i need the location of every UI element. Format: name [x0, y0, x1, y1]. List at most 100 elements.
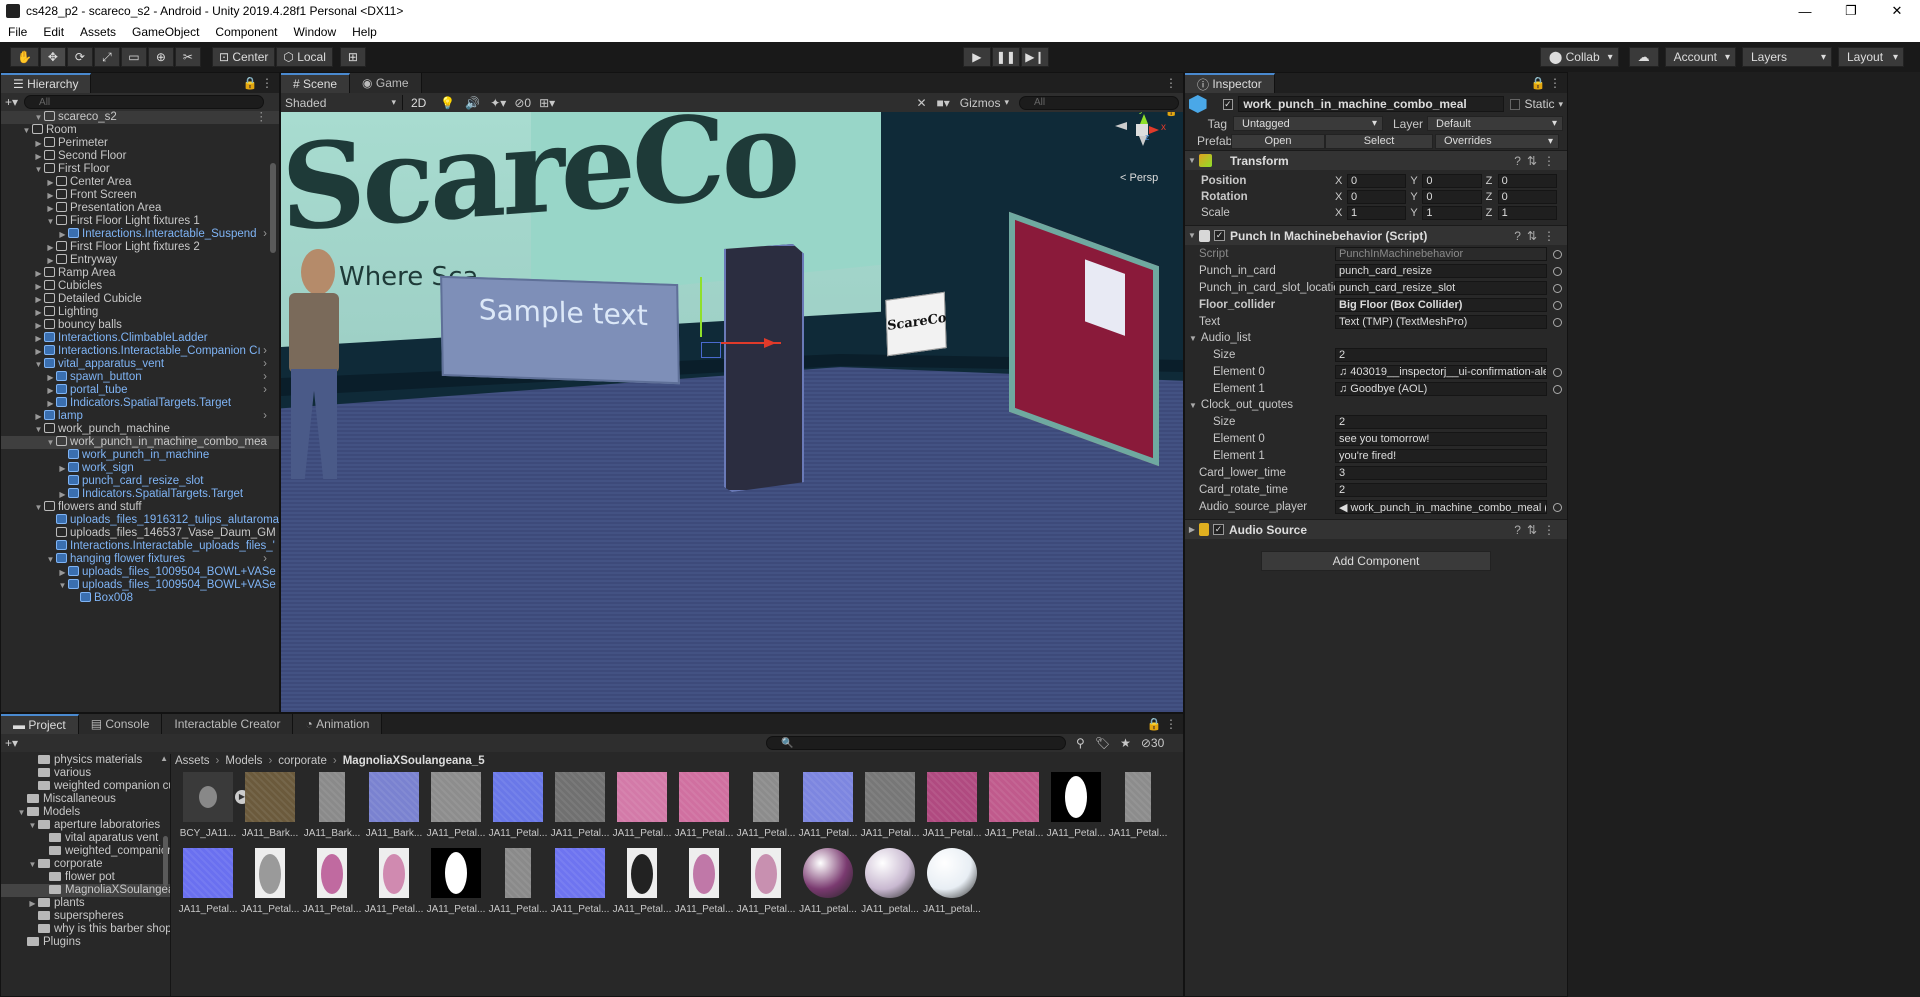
expand-arrow-icon[interactable]: ▶: [33, 280, 44, 293]
hierarchy-item[interactable]: ▶ Ramp Area: [1, 267, 279, 280]
hierarchy-item[interactable]: ▶ Indicators.SpatialTargets.Target: [1, 488, 279, 501]
asset-item[interactable]: JA11_Petal...: [859, 772, 921, 848]
object-picker-icon[interactable]: [1553, 317, 1562, 327]
hierarchy-item[interactable]: ▶ Interactions.Interactable_Companion Cı ›: [1, 345, 279, 358]
z-value[interactable]: 0: [1497, 174, 1557, 188]
asset-item[interactable]: JA11_petal...: [797, 848, 859, 924]
x-value[interactable]: 1: [1347, 206, 1407, 220]
hidden-objects-counter[interactable]: ⊘0: [514, 96, 531, 110]
folder-item[interactable]: ▼ Models: [1, 806, 170, 819]
hierarchy-item[interactable]: ▼ Room: [1, 124, 279, 137]
transform-tool-icon[interactable]: ⊕: [147, 47, 174, 67]
folder-item[interactable]: ▶ plants: [1, 897, 170, 910]
object-picker-icon[interactable]: [1553, 283, 1562, 293]
filter-type-icon[interactable]: ⚲: [1076, 736, 1085, 750]
favorite-star-icon[interactable]: ★: [1120, 736, 1131, 750]
chevron-right-icon[interactable]: ›: [263, 358, 267, 371]
play-button-icon[interactable]: ▶: [962, 47, 991, 67]
script-field-value[interactable]: you're fired!: [1335, 449, 1547, 463]
expand-arrow-icon[interactable]: ▼: [33, 501, 44, 514]
mode-2d-toggle[interactable]: 2D: [411, 96, 426, 110]
hierarchy-item[interactable]: ▶ Center Area: [1, 176, 279, 189]
breadcrumb-models[interactable]: Models: [225, 755, 262, 767]
menu-window[interactable]: Window: [293, 25, 336, 39]
z-field[interactable]: Z0: [1486, 174, 1557, 188]
hierarchy-item[interactable]: ▶ Detailed Cubicle: [1, 293, 279, 306]
asset-item[interactable]: JA11_Petal...: [239, 848, 301, 924]
hierarchy-search-input[interactable]: All: [24, 95, 265, 109]
expand-arrow-icon[interactable]: ▶: [45, 241, 56, 254]
asset-item[interactable]: JA11_Petal...: [611, 848, 673, 924]
static-checkbox[interactable]: [1509, 98, 1521, 110]
expand-arrow-icon[interactable]: ▶: [45, 202, 56, 215]
expand-arrow-icon[interactable]: ▼: [16, 806, 27, 819]
hierarchy-item[interactable]: ▼ uploads_files_1009504_BOWL+VASe: [1, 579, 279, 592]
asset-item[interactable]: JA11_Bark...: [363, 772, 425, 848]
scale-tool-icon[interactable]: ⤢: [93, 47, 120, 67]
move-tool-icon[interactable]: ✥: [39, 47, 66, 67]
expand-arrow-icon[interactable]: ▶: [33, 345, 44, 358]
z-field[interactable]: Z0: [1486, 190, 1557, 204]
asset-item[interactable]: JA11_Bark...: [239, 772, 301, 848]
collapse-arrow-icon[interactable]: ▼: [1185, 156, 1199, 165]
hierarchy-item[interactable]: ▶ Lighting: [1, 306, 279, 319]
chevron-right-icon[interactable]: ›: [263, 345, 267, 358]
expand-arrow-icon[interactable]: ▼: [33, 111, 44, 124]
expand-arrow-icon[interactable]: ▼: [33, 358, 44, 371]
hierarchy-item[interactable]: ▼ work_punch_in_machine_combo_mea ›: [1, 436, 279, 449]
chevron-right-icon[interactable]: ›: [263, 436, 267, 449]
script-field-value[interactable]: Text (TMP) (TextMeshPro): [1335, 315, 1547, 329]
layout-dropdown[interactable]: Layout: [1838, 47, 1904, 67]
tab-inspector[interactable]: ⓘ Inspector: [1185, 73, 1275, 93]
hierarchy-item[interactable]: work_punch_in_machine: [1, 449, 279, 462]
character-model[interactable]: [281, 249, 371, 489]
expand-arrow-icon[interactable]: ▶: [45, 176, 56, 189]
asset-item[interactable]: JA11_Petal...: [1045, 772, 1107, 848]
asset-item[interactable]: JA11_petal...: [921, 848, 983, 924]
audio-source-header[interactable]: ▶ ✓ Audio Source ?⇅⋮: [1185, 519, 1567, 539]
layers-dropdown[interactable]: Layers: [1742, 47, 1832, 67]
scene-lock-icon[interactable]: 🔒: [1165, 112, 1177, 117]
close-button[interactable]: ✕: [1874, 3, 1920, 19]
gizmo-y-cone[interactable]: [1140, 114, 1148, 124]
rotate-tool-icon[interactable]: ⟳: [66, 47, 93, 67]
object-picker-icon[interactable]: [1553, 367, 1562, 377]
x-field[interactable]: X0: [1335, 190, 1407, 204]
tab-project[interactable]: ▬ Project: [1, 714, 79, 734]
collapse-arrow-icon[interactable]: ▼: [1185, 231, 1199, 240]
expand-arrow-icon[interactable]: ▶: [33, 319, 44, 332]
scene-menu-icon[interactable]: ⋮: [1165, 73, 1177, 93]
asset-item[interactable]: ▶ BCY_JA11...: [177, 772, 249, 848]
menu-edit[interactable]: Edit: [43, 25, 64, 39]
active-checkbox[interactable]: ✓: [1222, 98, 1234, 110]
folder-item[interactable]: Miscallaneous: [1, 793, 170, 806]
hierarchy-item[interactable]: ▶ First Floor Light fixtures 2: [1, 241, 279, 254]
asset-item[interactable]: JA11_Petal...: [983, 772, 1045, 848]
chevron-right-icon[interactable]: ›: [263, 553, 267, 566]
folder-item[interactable]: MagnoliaXSoulangea: [1, 884, 170, 897]
expand-arrow-icon[interactable]: ▼: [27, 819, 38, 832]
collapse-arrow-icon[interactable]: ▼: [1189, 334, 1197, 343]
hierarchy-item[interactable]: uploads_files_1916312_tulips_alutaroma: [1, 514, 279, 527]
audio-enabled-checkbox[interactable]: ✓: [1213, 524, 1224, 535]
expand-arrow-icon[interactable]: ▶: [45, 189, 56, 202]
script-enabled-checkbox[interactable]: ✓: [1214, 230, 1225, 241]
static-dropdown-icon[interactable]: ▾: [1558, 99, 1563, 110]
x-value[interactable]: 0: [1347, 174, 1407, 188]
hierarchy-item[interactable]: ▼ First Floor: [1, 163, 279, 176]
hierarchy-item[interactable]: ▶ lamp ›: [1, 410, 279, 423]
expand-arrow-icon[interactable]: ▶: [27, 897, 38, 910]
folder-item[interactable]: why is this barber shop: [1, 923, 170, 936]
folder-item[interactable]: vital aparatus vent: [1, 832, 170, 845]
add-component-button[interactable]: Add Component: [1261, 551, 1491, 571]
asset-item[interactable]: JA11_Petal...: [797, 772, 859, 848]
move-gizmo-y-axis[interactable]: [700, 277, 702, 337]
menu-file[interactable]: File: [8, 25, 27, 39]
pause-button-icon[interactable]: ❚❚: [991, 47, 1020, 67]
breadcrumb-corporate[interactable]: corporate: [278, 755, 327, 767]
gizmos-dropdown[interactable]: Gizmos: [960, 96, 1001, 110]
expand-arrow-icon[interactable]: ▼: [57, 579, 68, 592]
expand-arrow-icon[interactable]: ▶: [33, 332, 44, 345]
hand-tool-icon[interactable]: ✋: [10, 47, 39, 67]
gizmos-chevron-icon[interactable]: ▾: [1004, 97, 1009, 108]
